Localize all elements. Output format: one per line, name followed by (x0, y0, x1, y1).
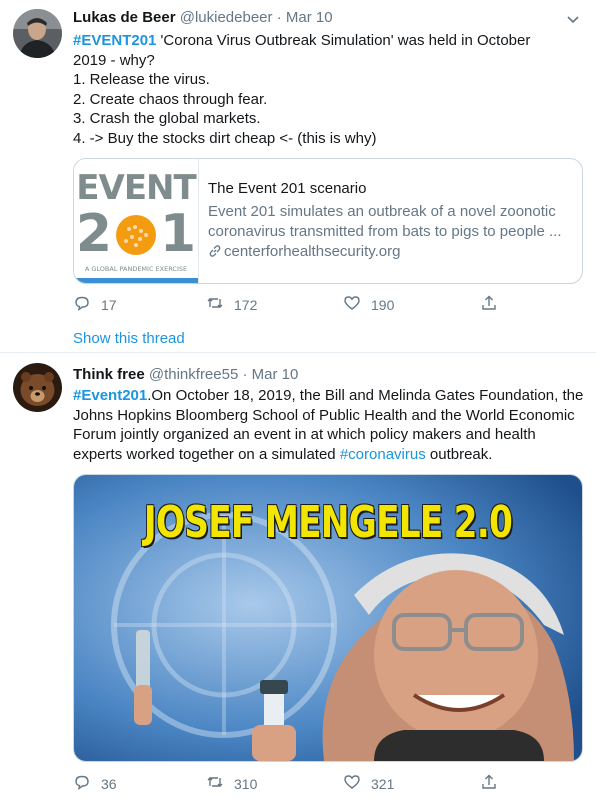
card-description-line: coronavirus transmitted from bats to pig… (208, 223, 562, 240)
like-button[interactable]: 321 (343, 773, 394, 794)
tweet-actions: 17 172 190 (73, 294, 503, 318)
thumb-num-right: 1 (160, 204, 196, 264)
retweet-count: 310 (234, 775, 258, 792)
avatar[interactable] (13, 9, 62, 58)
user-handle[interactable]: @lukiedebeer (180, 9, 273, 26)
retweet-icon (206, 773, 224, 794)
card-domain: centerforhealthsecurity.org (208, 242, 573, 264)
share-button[interactable] (480, 773, 498, 794)
tweet-text-line: 4. -> Buy the stocks dirt cheap <- (this… (73, 129, 377, 147)
reply-icon (73, 773, 91, 794)
tweet-text-line: 2019 - why? (73, 51, 155, 69)
tweet[interactable]: Lukas de Beer @lukiedebeer · Mar 10 #EVE… (0, 0, 596, 352)
hashtag-link[interactable]: #EVENT201 (73, 32, 156, 49)
retweet-icon (206, 294, 224, 315)
card-thumbnail: EVENT 2 1 A GLOBAL PANDEMIC EXERCISE (74, 159, 199, 283)
thumb-num-left: 2 (76, 204, 112, 264)
thumb-tagline: A GLOBAL PANDEMIC EXERCISE (85, 265, 187, 273)
card-domain-text: centerforhealthsecurity.org (224, 243, 401, 260)
share-button[interactable] (480, 294, 498, 315)
card-text: The Event 201 scenario Event 201 simulat… (208, 179, 573, 264)
tweet-date[interactable]: Mar 10 (252, 366, 299, 383)
media-caption: JOSEF MENGELE 2.0 (143, 497, 513, 548)
tweet-date[interactable]: Mar 10 (286, 9, 333, 26)
share-icon (480, 773, 498, 794)
retweet-button[interactable]: 172 (206, 294, 257, 315)
reply-count: 17 (101, 296, 117, 313)
tweet-text-line: 1. Release the virus. (73, 71, 210, 88)
tweet-text-line: 3. Crash the global markets. (73, 110, 261, 127)
tweet-text: #EVENT201 'Corona Virus Outbreak Simulat… (73, 31, 530, 148)
reply-button[interactable]: 17 (73, 294, 117, 315)
show-thread-link[interactable]: Show this thread (73, 330, 185, 347)
tweet-header: Think free @thinkfree55 · Mar 10 (73, 365, 298, 385)
card-description-line: Event 201 simulates an outbreak of a nov… (208, 203, 556, 220)
link-card[interactable]: EVENT 2 1 A GLOBAL PANDEMIC EXERCISE The… (73, 158, 583, 284)
tweet-text-line: Forum jointly organized an event in at w… (73, 426, 536, 443)
tweet-media-image[interactable]: JOSEF MENGELE 2.0 (73, 474, 583, 762)
tweet-text: #Event201.On October 18, 2019, the Bill … (73, 386, 583, 464)
tweet[interactable]: Think free @thinkfree55 · Mar 10 #Event2… (0, 353, 596, 798)
tweet-text-line: 2. Create chaos through fear. (73, 90, 268, 108)
display-name[interactable]: Lukas de Beer (73, 9, 176, 26)
display-name[interactable]: Think free (73, 366, 145, 383)
tweet-actions: 36 310 321 (73, 773, 503, 797)
card-title: The Event 201 scenario (208, 180, 367, 197)
tweet-text-line: experts worked together on a simulated (73, 445, 340, 463)
reply-icon (73, 294, 91, 315)
tweet-header: Lukas de Beer @lukiedebeer · Mar 10 (73, 8, 333, 28)
hashtag-link[interactable]: #coronavirus (340, 446, 426, 463)
separator: · (276, 9, 282, 26)
caret-down-icon[interactable] (564, 10, 582, 28)
card-description: Event 201 simulates an outbreak of a nov… (208, 202, 573, 242)
retweet-count: 172 (234, 296, 258, 313)
link-icon (208, 244, 222, 264)
share-icon (480, 294, 498, 315)
separator: · (242, 366, 248, 383)
like-button[interactable]: 190 (343, 294, 394, 315)
thumb-word: EVENT (76, 168, 197, 208)
reply-count: 36 (101, 775, 117, 792)
tweet-text-line: outbreak. (425, 445, 493, 463)
hashtag-link[interactable]: #Event201 (73, 387, 147, 404)
reply-button[interactable]: 36 (73, 773, 117, 794)
tweet-text-line: Johns Hopkins Bloomberg School of Public… (73, 406, 575, 424)
user-handle[interactable]: @thinkfree55 (149, 366, 238, 383)
tweet-text-line: 'Corona Virus Outbreak Simulation' was h… (156, 32, 531, 49)
like-count: 321 (371, 775, 395, 792)
avatar[interactable] (13, 363, 62, 412)
retweet-button[interactable]: 310 (206, 773, 257, 794)
tweet-text-line: .On October 18, 2019, the Bill and Melin… (147, 387, 584, 404)
like-icon (343, 773, 361, 794)
like-icon (343, 294, 361, 315)
like-count: 190 (371, 296, 395, 313)
